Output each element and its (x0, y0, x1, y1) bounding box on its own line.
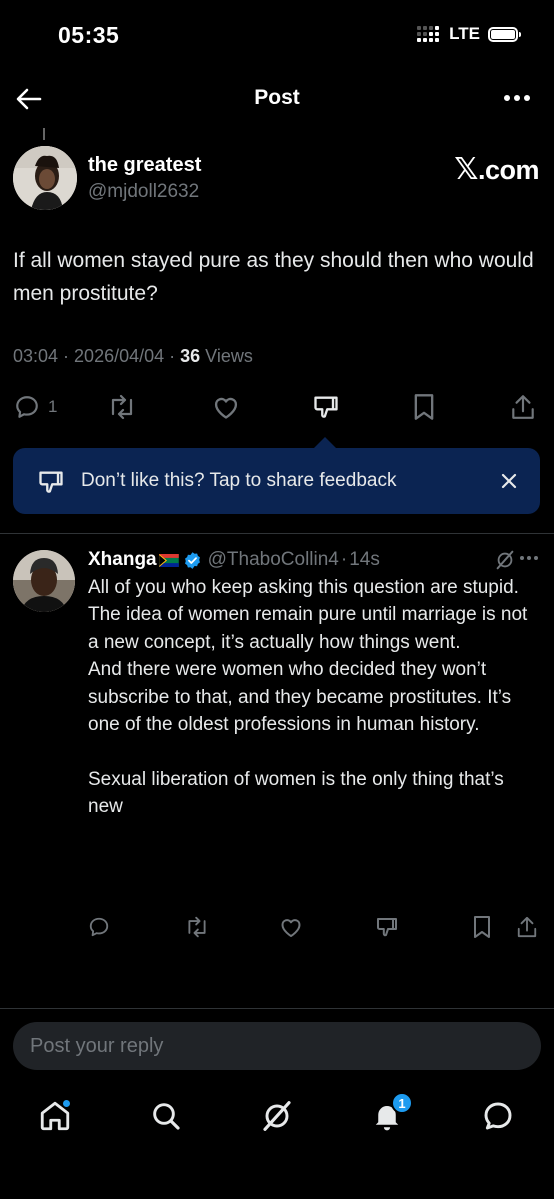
thumbs-down-icon (377, 918, 397, 937)
page-title: Post (254, 86, 300, 109)
more-options-button[interactable] (502, 86, 532, 110)
reply-more-button[interactable] (518, 548, 540, 568)
status-indicators: LTE (417, 24, 521, 44)
nav-search[interactable] (146, 1096, 186, 1136)
post-date: 2026/04/04 (74, 346, 165, 366)
status-time: 05:35 (58, 22, 120, 48)
post-time: 03:04 (13, 346, 59, 366)
reply-actions (0, 914, 554, 942)
author-avatar[interactable] (13, 146, 77, 210)
status-bar: 05:35 LTE (0, 0, 554, 70)
nav-home[interactable] (35, 1096, 75, 1136)
views-label: Views (200, 346, 253, 366)
post-author: the greatest @mjdoll2632 𝕏.com (13, 146, 543, 212)
bookmark-icon (414, 394, 434, 420)
bookmark-icon (474, 916, 490, 938)
nav-grok[interactable] (257, 1096, 297, 1136)
reply-dislike-button[interactable] (375, 914, 399, 940)
bottom-nav: 1 (0, 1088, 554, 1144)
battery-icon (488, 26, 521, 42)
divider (0, 533, 554, 534)
share-button[interactable] (510, 390, 536, 424)
grok-icon (496, 550, 514, 570)
grok-button[interactable] (494, 549, 516, 576)
reply-reply-button[interactable] (88, 914, 110, 940)
notifications-badge: 1 (391, 1092, 413, 1114)
more-horizontal-icon (520, 556, 538, 560)
reply-icon (16, 396, 38, 418)
header: Post (0, 74, 554, 122)
reply-author-name[interactable]: Xhanga (88, 549, 157, 571)
reply-author-handle[interactable]: @ThaboCollin4 (208, 549, 339, 571)
reply-repost-button[interactable] (184, 914, 210, 940)
reply-icon (89, 917, 109, 937)
reply-paragraph: Sexual liberation of women is the only t… (88, 768, 504, 818)
like-button[interactable] (212, 390, 240, 424)
reply-share-button[interactable] (516, 914, 538, 940)
heart-icon (214, 397, 238, 419)
repost-icon (188, 916, 206, 938)
reply-paragraph: All of you who keep asking this question… (88, 577, 519, 598)
more-horizontal-icon (504, 95, 530, 101)
heart-icon (281, 919, 301, 937)
reply-bookmark-button[interactable] (472, 914, 492, 940)
views-count[interactable]: 36 (180, 346, 200, 366)
share-icon (512, 395, 534, 419)
feedback-thumbs-down-icon (37, 468, 65, 501)
post-meta: 03:04 · 2026/04/04 · 36 Views (13, 346, 253, 366)
south-africa-flag-icon (158, 553, 179, 567)
repost-icon (111, 394, 133, 420)
post-text: If all women stayed pure as they should … (13, 249, 534, 305)
reply-author-avatar[interactable] (13, 550, 75, 612)
reply-input[interactable] (13, 1022, 541, 1070)
verified-badge-icon (184, 551, 200, 569)
feedback-text: Don’t like this? Tap to share feedback (81, 470, 397, 491)
post-actions: 1 (0, 390, 554, 426)
home-notification-dot (62, 1099, 71, 1108)
author-handle[interactable]: @mjdoll2632 (88, 181, 199, 203)
author-name[interactable]: the greatest (88, 154, 201, 177)
reply-paragraph: The idea of women remain pure until marr… (88, 604, 528, 653)
close-icon (501, 473, 517, 489)
feedback-close-button[interactable] (498, 470, 520, 492)
grok-icon (263, 1101, 291, 1131)
avatar-image (13, 550, 75, 612)
feedback-banner[interactable]: Don’t like this? Tap to share feedback (13, 448, 540, 514)
messages-icon (484, 1102, 512, 1130)
reply-paragraph: And there were women who decided they wo… (88, 659, 512, 736)
avatar-image (13, 146, 77, 210)
network-type: LTE (449, 24, 480, 43)
thumbs-down-icon (314, 396, 338, 418)
search-icon (153, 1103, 180, 1130)
divider (0, 1008, 554, 1009)
repost-button[interactable] (107, 390, 137, 424)
reply-like-button[interactable] (279, 914, 303, 940)
reply-count: 1 (48, 397, 58, 416)
bookmark-button[interactable] (412, 390, 436, 424)
dislike-button[interactable] (312, 390, 340, 424)
nav-messages[interactable] (478, 1096, 518, 1136)
reply-header: Xhanga @ThaboCollin4 · 14s (88, 549, 380, 571)
nav-notifications[interactable]: 1 (367, 1092, 413, 1136)
reply-text: All of you who keep asking this question… (88, 574, 543, 821)
share-icon (517, 916, 537, 938)
x-watermark: 𝕏.com (454, 153, 539, 186)
reply-button[interactable]: 1 (14, 390, 57, 424)
reply-time[interactable]: 14s (349, 549, 380, 571)
thread-connector (43, 128, 45, 140)
signal-icon (417, 26, 441, 42)
